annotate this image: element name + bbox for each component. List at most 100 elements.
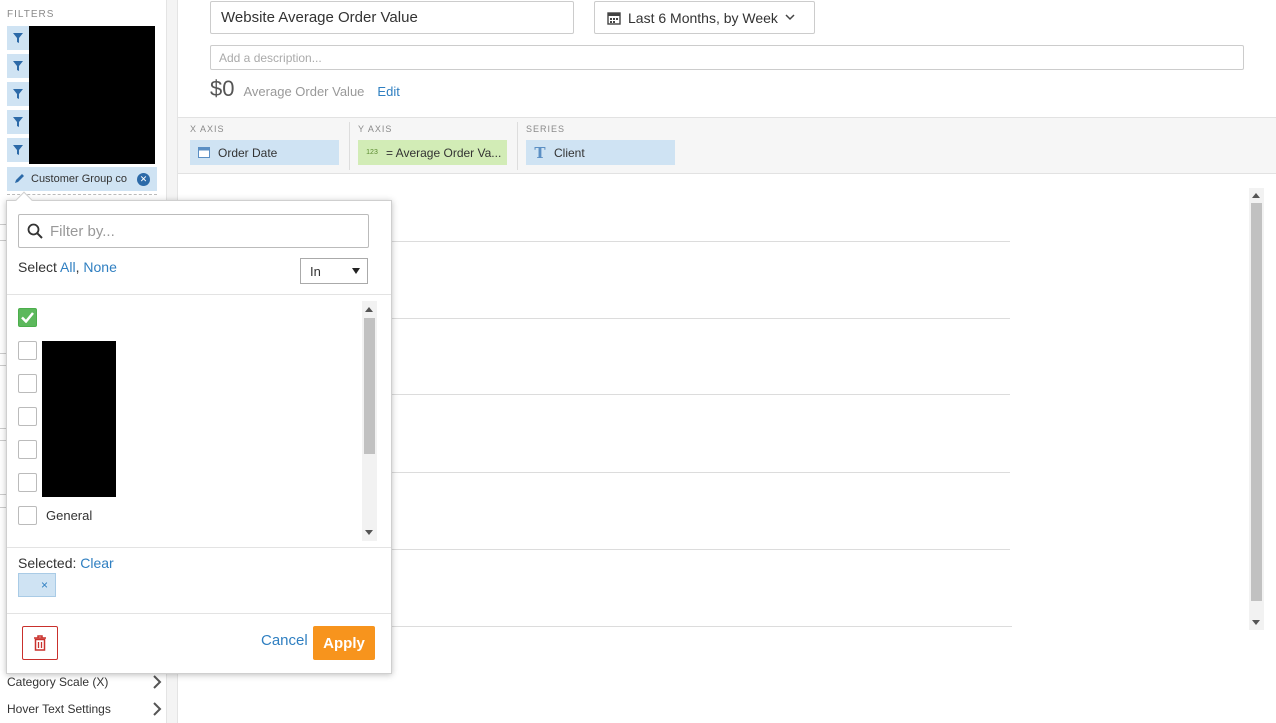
apply-button[interactable]: Apply: [313, 626, 375, 660]
filter-popup: Filter by... Select All, None In General…: [6, 191, 392, 674]
search-icon: [27, 223, 43, 239]
list-scrollbar[interactable]: [362, 301, 377, 541]
remove-chip-icon[interactable]: ×: [41, 578, 48, 592]
select-all-link[interactable]: All: [60, 259, 76, 275]
sidebar-item-label: Hover Text Settings: [7, 702, 111, 716]
operator-select[interactable]: In: [300, 258, 368, 284]
filter-chip-5[interactable]: [7, 138, 29, 162]
list-item-label: General: [46, 507, 93, 523]
list-item[interactable]: [18, 438, 37, 460]
funnel-icon: [13, 117, 23, 127]
filter-chip-2[interactable]: [7, 54, 29, 78]
scroll-up-icon[interactable]: [1252, 193, 1260, 198]
cancel-button[interactable]: Cancel: [261, 632, 308, 649]
sidebar-item-hover-text[interactable]: Hover Text Settings: [7, 696, 162, 722]
filter-chip-3[interactable]: [7, 82, 29, 106]
customer-group-filter-chip[interactable]: Customer Group co ✕: [7, 167, 157, 191]
remove-filter-icon[interactable]: ✕: [137, 172, 150, 186]
selected-prefix: Selected:: [18, 555, 77, 571]
divider: [7, 613, 391, 614]
kpi-label: Average Order Value: [243, 84, 365, 99]
chart-gridline: [390, 626, 1012, 627]
checkbox[interactable]: [18, 472, 37, 492]
scroll-down-icon[interactable]: [365, 530, 373, 535]
checkbox[interactable]: [18, 505, 37, 525]
customer-group-filter-label: Customer Group co: [31, 173, 127, 185]
chart-gridline: [390, 549, 1010, 550]
checkbox[interactable]: [18, 406, 37, 426]
series-field-label: Client: [554, 145, 585, 160]
check-icon: [21, 311, 34, 323]
y-axis-label: Y AXIS: [358, 124, 393, 134]
description-input[interactable]: Add a description...: [210, 45, 1244, 70]
filter-search-placeholder: Filter by...: [50, 222, 115, 240]
selected-summary: Selected: Clear: [18, 555, 114, 571]
funnel-icon: [13, 33, 23, 43]
scrollbar-thumb[interactable]: [1251, 203, 1262, 601]
filters-heading: FILTERS: [7, 9, 55, 20]
caret-down-icon: [352, 268, 360, 274]
kpi-value: $0: [210, 76, 235, 101]
checkbox-checked[interactable]: [18, 307, 37, 327]
funnel-icon: [13, 145, 23, 155]
series-label: SERIES: [526, 124, 566, 134]
y-axis-field-pill[interactable]: 123 = Average Order Va...: [358, 140, 507, 165]
chart-title-input[interactable]: Website Average Order Value: [210, 1, 574, 34]
date-range-button[interactable]: Last 6 Months, by Week: [594, 1, 815, 34]
selected-value-chip[interactable]: ×: [18, 573, 56, 597]
chart-scrollbar[interactable]: [1249, 188, 1264, 630]
divider: [349, 122, 350, 170]
list-item[interactable]: [18, 405, 37, 427]
clear-selection-link[interactable]: Clear: [80, 555, 113, 571]
x-axis-field-pill[interactable]: Order Date: [190, 140, 339, 165]
calendar-icon: [607, 11, 621, 25]
list-item[interactable]: General: [18, 504, 92, 526]
funnel-icon: [13, 89, 23, 99]
checkbox[interactable]: [18, 373, 37, 393]
redacted-list-items: [42, 341, 116, 497]
delete-filter-button[interactable]: [22, 626, 58, 660]
drop-zone-divider: [7, 194, 157, 195]
number-field-icon: 123: [366, 149, 378, 156]
x-axis-field-label: Order Date: [218, 145, 278, 160]
divider: [7, 294, 391, 295]
divider: [517, 122, 518, 170]
list-item[interactable]: [18, 471, 37, 493]
series-field-pill[interactable]: T Client: [526, 140, 675, 165]
date-field-icon: [190, 147, 218, 158]
y-axis-field-label: = Average Order Va...: [386, 145, 502, 160]
date-range-label: Last 6 Months, by Week: [628, 9, 778, 26]
chart-gridline: [390, 241, 1010, 242]
kpi-summary: $0 Average Order Value Edit: [210, 76, 400, 102]
axis-config-bar: X AXIS Order Date Y AXIS 123 = Average O…: [178, 117, 1276, 174]
filter-search-input[interactable]: Filter by...: [18, 214, 369, 248]
chevron-right-icon: [153, 702, 162, 716]
sidebar-item-label: Category Scale (X): [7, 675, 109, 689]
funnel-icon: [13, 61, 23, 71]
chart-gridline: [390, 472, 1010, 473]
select-all-none: Select All, None: [18, 259, 117, 275]
x-axis-label: X AXIS: [190, 124, 225, 134]
checkbox[interactable]: [18, 439, 37, 459]
chevron-down-icon: [785, 14, 795, 21]
scrollbar-thumb[interactable]: [364, 318, 375, 454]
scroll-up-icon[interactable]: [365, 307, 373, 312]
scroll-down-icon[interactable]: [1252, 620, 1260, 625]
kpi-edit-link[interactable]: Edit: [377, 84, 399, 99]
list-item[interactable]: [18, 306, 37, 328]
checkbox[interactable]: [18, 340, 37, 360]
text-field-icon: T: [534, 143, 546, 162]
chart-gridline: [390, 318, 1010, 319]
pencil-icon: [7, 173, 31, 185]
select-prefix: Select: [18, 259, 57, 275]
divider: [7, 547, 391, 548]
list-item[interactable]: [18, 372, 37, 394]
redacted-filter-names: [29, 26, 155, 164]
filter-chip-4[interactable]: [7, 110, 29, 134]
select-none-link[interactable]: None: [83, 259, 116, 275]
chart-gridline: [390, 394, 1010, 395]
list-item[interactable]: [18, 339, 37, 361]
trash-icon: [34, 635, 46, 651]
operator-value: In: [310, 263, 321, 279]
filter-chip-1[interactable]: [7, 26, 29, 50]
